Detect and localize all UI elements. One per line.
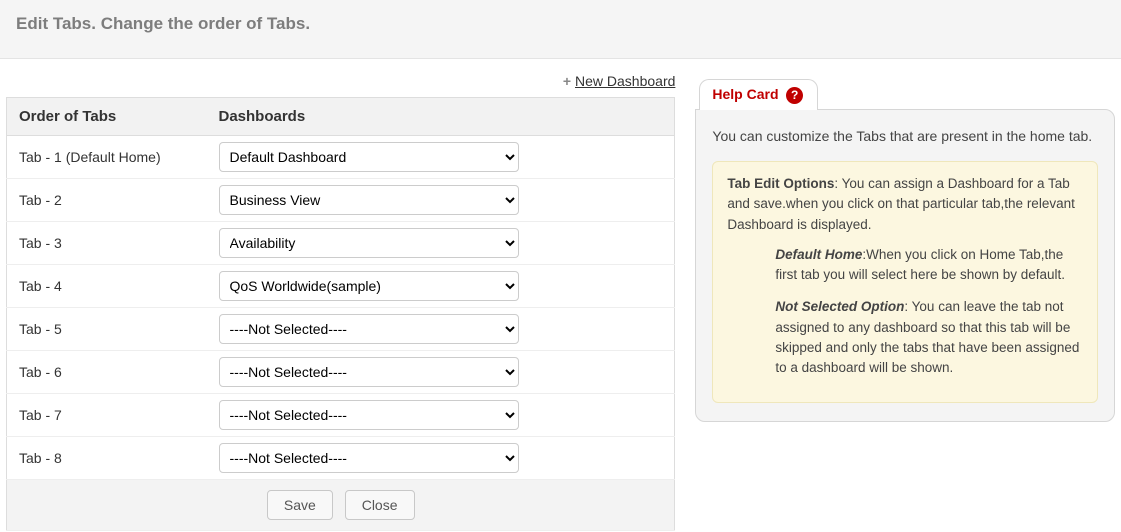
help-card-body: You can customize the Tabs that are pres…	[695, 109, 1115, 422]
dashboard-select-8[interactable]: ----Not Selected----	[219, 443, 519, 473]
col-order-header: Order of Tabs	[7, 98, 207, 136]
dashboard-select-6[interactable]: ----Not Selected----	[219, 357, 519, 387]
close-button[interactable]: Close	[345, 490, 415, 520]
table-row: Tab - 3 Availability	[7, 222, 675, 265]
table-row: Tab - 2 Business View	[7, 179, 675, 222]
dashboard-select-2[interactable]: Business View	[219, 185, 519, 215]
table-row: Tab - 7 ----Not Selected----	[7, 394, 675, 437]
help-note-box: Tab Edit Options: You can assign a Dashb…	[712, 161, 1098, 403]
tab-label: Tab - 1 (Default Home)	[7, 136, 207, 179]
dashboard-select-5[interactable]: ----Not Selected----	[219, 314, 519, 344]
save-button[interactable]: Save	[267, 490, 333, 520]
table-footer: Save Close	[7, 480, 675, 531]
help-default-home: Default Home:When you click on Home Tab,…	[775, 245, 1083, 286]
dashboard-select-4[interactable]: QoS Worldwide(sample)	[219, 271, 519, 301]
table-row: Tab - 6 ----Not Selected----	[7, 351, 675, 394]
help-card-title: Help Card	[712, 86, 778, 102]
page-title: Edit Tabs. Change the order of Tabs.	[16, 14, 1105, 34]
tab-label: Tab - 2	[7, 179, 207, 222]
dashboard-select-7[interactable]: ----Not Selected----	[219, 400, 519, 430]
help-card-tab: Help Card ?	[699, 79, 818, 110]
help-card: Help Card ? You can customize the Tabs t…	[695, 59, 1115, 531]
tab-label: Tab - 3	[7, 222, 207, 265]
table-row: Tab - 5 ----Not Selected----	[7, 308, 675, 351]
tab-label: Tab - 8	[7, 437, 207, 480]
dashboard-select-1[interactable]: Default Dashboard	[219, 142, 519, 172]
new-dashboard-link[interactable]: New Dashboard	[575, 73, 675, 89]
help-not-selected: Not Selected Option: You can leave the t…	[775, 297, 1083, 378]
tabs-editor-panel: +New Dashboard Order of Tabs Dashboards …	[6, 59, 675, 531]
tab-label: Tab - 6	[7, 351, 207, 394]
col-dashboards-header: Dashboards	[207, 98, 531, 136]
tabs-table: Order of Tabs Dashboards Tab - 1 (Defaul…	[6, 97, 675, 531]
tab-label: Tab - 4	[7, 265, 207, 308]
help-tab-edit-options: Tab Edit Options: You can assign a Dashb…	[727, 174, 1083, 235]
table-row: Tab - 4 QoS Worldwide(sample)	[7, 265, 675, 308]
table-row: Tab - 8 ----Not Selected----	[7, 437, 675, 480]
page-header: Edit Tabs. Change the order of Tabs.	[0, 0, 1121, 59]
dashboard-select-3[interactable]: Availability	[219, 228, 519, 258]
help-intro-text: You can customize the Tabs that are pres…	[712, 126, 1098, 147]
tab-label: Tab - 7	[7, 394, 207, 437]
plus-icon: +	[563, 73, 571, 89]
tab-label: Tab - 5	[7, 308, 207, 351]
table-row: Tab - 1 (Default Home) Default Dashboard	[7, 136, 675, 179]
help-icon: ?	[786, 87, 803, 104]
